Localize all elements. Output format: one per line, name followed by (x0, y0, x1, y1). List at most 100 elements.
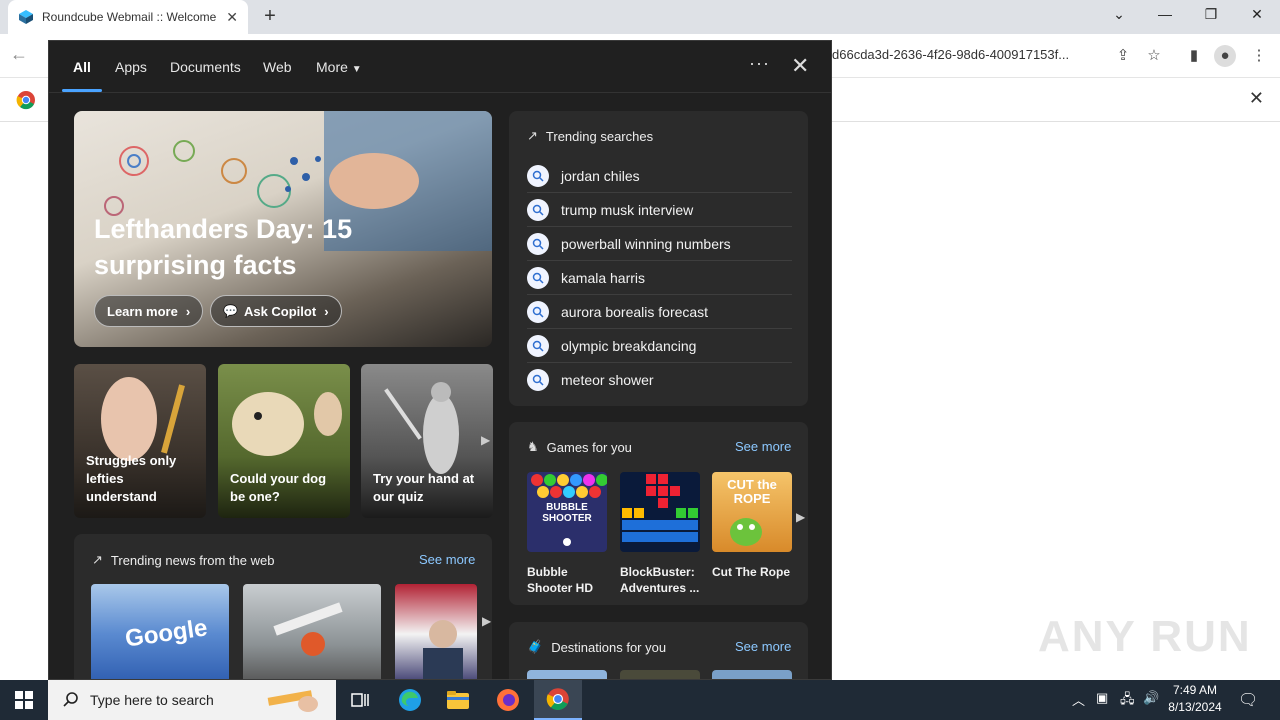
menu-dots-icon[interactable]: ⋮ (1248, 45, 1270, 67)
tab-web[interactable]: Web (263, 59, 292, 75)
address-bar[interactable]: d66cda3d-2636-4f26-98d6-400917153f... (832, 40, 1112, 70)
game-tile[interactable]: CUT the ROPE Cut The Rope (712, 472, 792, 580)
clock-time: 7:49 AM (1172, 683, 1218, 697)
ask-copilot-button[interactable]: 💬 Ask Copilot › (210, 295, 342, 327)
chrome-taskbar-button[interactable] (534, 680, 582, 720)
chrome-icon (546, 688, 569, 711)
games-title: Games for you (546, 439, 632, 455)
news-next-icon[interactable]: ▶ (482, 614, 491, 628)
destination-thumb[interactable] (620, 670, 700, 679)
chevron-right-icon: › (324, 303, 329, 319)
bubble-shooter-thumb: BUBBLE SHOOTER (527, 472, 607, 552)
game-tile[interactable]: BUBBLE SHOOTER Bubble Shooter HD (527, 472, 607, 596)
search-icon (527, 232, 549, 255)
edge-icon (399, 689, 421, 711)
hero-card[interactable]: Lefthanders Day: 15 surprising facts Lea… (74, 111, 492, 347)
game-tile[interactable]: BlockBuster: Adventures ... (620, 472, 700, 596)
close-flyout-icon[interactable]: ✕ (791, 53, 809, 79)
close-window-button[interactable]: ✕ (1234, 0, 1280, 30)
trending-item[interactable]: meteor shower (527, 363, 792, 397)
learn-more-label: Learn more (107, 303, 178, 319)
taskbar-search-box[interactable]: Type here to search (48, 680, 336, 720)
trending-item-label: jordan chiles (561, 167, 640, 184)
ask-copilot-label: Ask Copilot (243, 303, 317, 319)
destinations-title: Destinations for you (551, 639, 667, 655)
profile-avatar-icon[interactable]: ● (1214, 45, 1236, 67)
task-view-button[interactable] (336, 680, 384, 720)
news-see-more-link[interactable]: See more (419, 552, 475, 567)
start-button[interactable] (0, 680, 48, 720)
trending-searches-title: Trending searches (545, 128, 654, 144)
roundcube-favicon (19, 10, 33, 24)
search-icon (527, 334, 549, 357)
trending-news-title: Trending news from the web (110, 552, 275, 568)
news-sink-thumb[interactable] (243, 584, 381, 679)
file-explorer-taskbar-button[interactable] (434, 680, 482, 720)
meet-now-icon[interactable]: ▣ (1096, 690, 1108, 706)
destinations-see-more-link[interactable]: See more (735, 639, 791, 654)
blocks-art (622, 474, 698, 542)
games-next-icon[interactable]: ▶ (796, 510, 805, 524)
hero-title: Lefthanders Day: 15 surprising facts (94, 214, 353, 280)
destinations-panel: 🧳 Destinations for you See more (509, 622, 808, 679)
restore-button[interactable]: ❐ (1188, 0, 1234, 30)
tab-apps[interactable]: Apps (115, 59, 147, 75)
trending-item[interactable]: trump musk interview (527, 193, 792, 227)
blockbuster-thumb (620, 472, 700, 552)
anyrun-watermark: ANY RUN (1038, 612, 1252, 661)
network-icon[interactable]: 🖧 (1120, 690, 1135, 712)
trending-item-label: olympic breakdancing (561, 337, 697, 354)
tab-all[interactable]: All (73, 59, 91, 75)
more-options-icon[interactable]: ··· (749, 53, 770, 74)
news-google-thumb[interactable]: Google (91, 584, 229, 679)
tab-more[interactable]: More ▼ (316, 59, 362, 75)
volume-icon[interactable]: 🔊 (1143, 690, 1159, 706)
trending-item-label: kamala harris (561, 269, 646, 286)
notifications-icon[interactable]: 🗨 (1238, 690, 1258, 710)
news-politician-thumb[interactable] (395, 584, 477, 679)
destination-thumb[interactable] (712, 670, 792, 679)
tab-documents[interactable]: Documents (170, 59, 241, 75)
tab-title: Roundcube Webmail :: Welcome (42, 10, 217, 24)
chevron-right-icon: › (185, 303, 191, 319)
share-icon[interactable]: ⇪ (1112, 45, 1134, 67)
infobar-close-icon[interactable]: ✕ (1249, 88, 1264, 109)
back-arrow-icon[interactable]: ← (10, 44, 28, 65)
trending-item-label: meteor shower (561, 372, 654, 388)
tab-close-icon[interactable]: ✕ (226, 9, 238, 26)
sink-photo (273, 602, 343, 656)
trend-arrow-icon: ↗ (527, 128, 538, 143)
search-icon (527, 369, 549, 391)
trending-item[interactable]: olympic breakdancing (527, 329, 792, 363)
cards-next-icon[interactable]: ▶ (481, 433, 490, 447)
minimize-button[interactable]: — (1142, 0, 1188, 30)
game-name: Cut The Rope (712, 565, 790, 579)
games-panel: ♞ Games for you See more BUBBLE SHOOTER B… (509, 422, 808, 605)
card-lefties[interactable]: Struggles only lefties understand (74, 364, 206, 518)
destination-thumb[interactable] (527, 670, 607, 679)
trending-searches-panel: ↗ Trending searches jordan chiles trump m… (509, 111, 808, 406)
search-highlight-pencil-icon (267, 690, 318, 712)
trending-searches-heading: ↗ Trending searches (527, 128, 653, 144)
task-view-icon (351, 693, 369, 707)
chess-pieces-icon: ♞ (527, 439, 539, 454)
new-tab-button[interactable]: + (258, 4, 282, 28)
trending-item[interactable]: jordan chiles (527, 159, 792, 193)
clock-date: 8/13/2024 (1168, 700, 1222, 714)
side-panel-icon[interactable]: ▮ (1183, 45, 1205, 67)
trending-item[interactable]: aurora borealis forecast (527, 295, 792, 329)
trending-item[interactable]: kamala harris (527, 261, 792, 295)
games-see-more-link[interactable]: See more (735, 439, 791, 454)
card-dog[interactable]: Could your dog be one? (218, 364, 350, 518)
trending-item-label: powerball winning numbers (561, 235, 731, 252)
trending-item[interactable]: powerball winning numbers (527, 227, 792, 261)
firefox-taskbar-button[interactable] (484, 680, 532, 720)
edge-taskbar-button[interactable] (386, 680, 434, 720)
bookmark-star-icon[interactable]: ☆ (1143, 45, 1165, 67)
taskbar-clock[interactable]: 7:49 AM 8/13/2024 (1160, 682, 1230, 716)
show-hidden-icons-icon[interactable]: ︿ (1072, 690, 1085, 709)
browser-tab[interactable]: Roundcube Webmail :: Welcome ✕ (8, 0, 248, 34)
tab-search-icon[interactable]: ⌄ (1096, 0, 1142, 30)
learn-more-button[interactable]: Learn more › (94, 295, 204, 327)
card-quiz[interactable]: Try your hand at our quiz (361, 364, 493, 518)
